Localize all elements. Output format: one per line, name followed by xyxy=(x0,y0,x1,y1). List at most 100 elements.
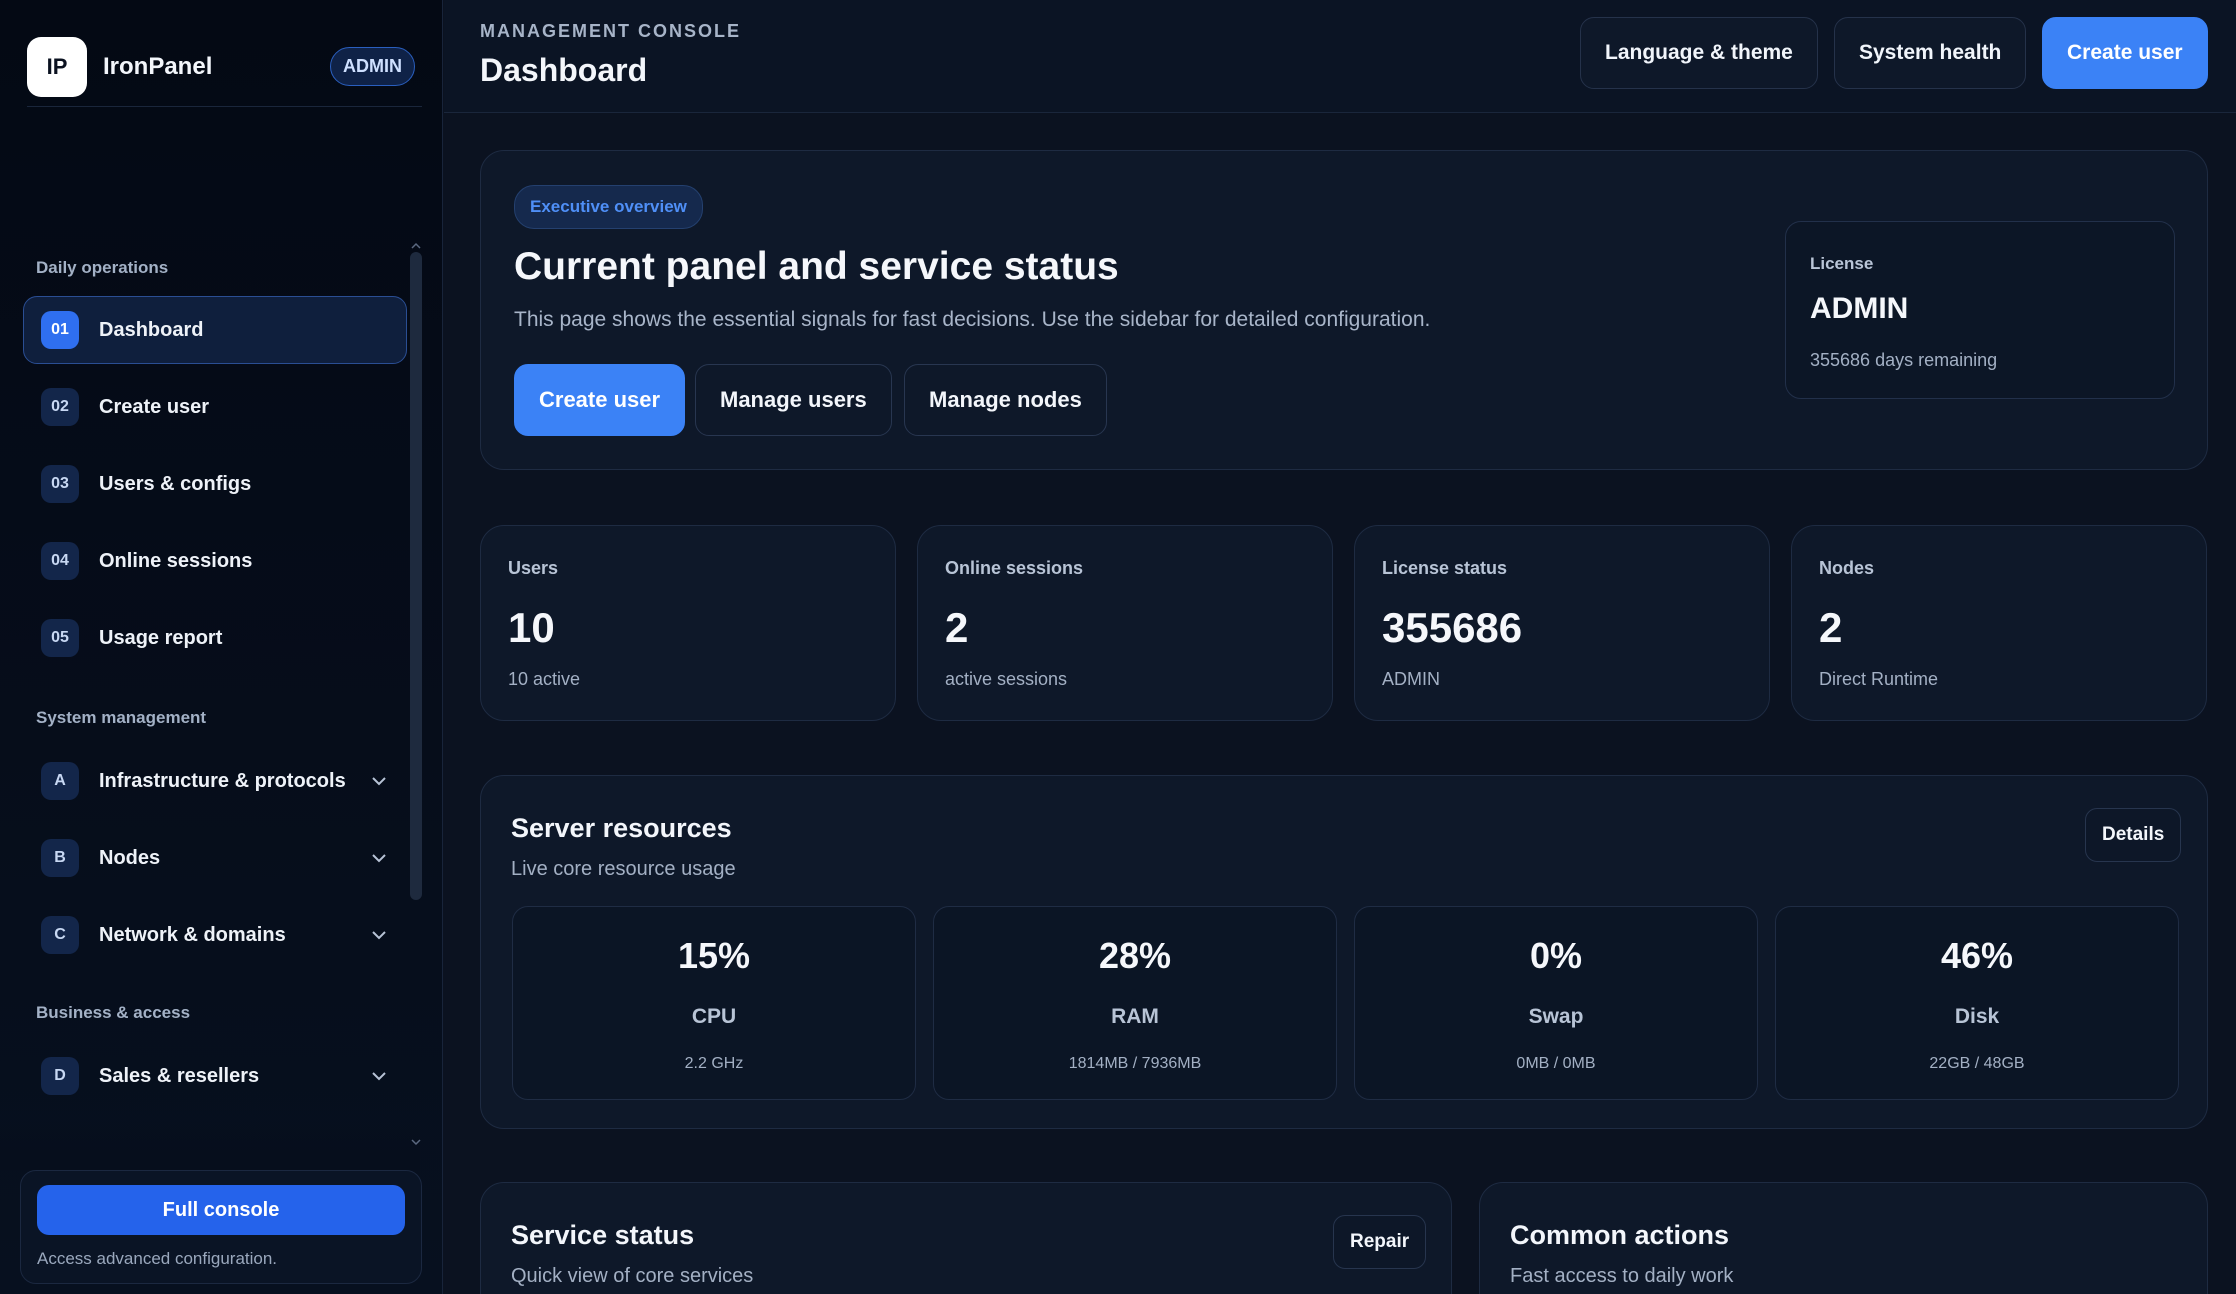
app: IP IronPanel ADMIN Daily operations 01 D… xyxy=(0,0,2236,1294)
system-health-button[interactable]: System health xyxy=(1834,17,2027,89)
scroll-up-icon[interactable] xyxy=(410,240,422,252)
stat-label: Nodes xyxy=(1819,558,1875,578)
chevron-down-icon xyxy=(372,854,386,863)
stat-value: 2 xyxy=(1819,604,1843,651)
stat-card-users: Users 10 10 active xyxy=(480,525,896,721)
resource-label: CPU xyxy=(691,1005,737,1028)
scroll-down-icon[interactable] xyxy=(410,1136,422,1148)
resource-label: Disk xyxy=(1954,1005,2000,1028)
chevron-down-icon xyxy=(372,931,386,940)
sidebar-footer-text: Access advanced configuration. xyxy=(37,1249,278,1268)
sidebar-fade xyxy=(0,1120,420,1170)
overview-badge: Executive overview xyxy=(514,185,703,229)
sidebar-footer: Full console Access advanced configurati… xyxy=(20,1170,422,1284)
common-actions-card: Common actions Fast access to daily work xyxy=(1479,1182,2208,1294)
brand-logo[interactable]: IP xyxy=(27,36,87,97)
section-title: Server resources xyxy=(511,813,732,843)
license-box: License ADMIN 355686 days remaining xyxy=(1785,221,2175,399)
stat-card-nodes: Nodes 2 Direct Runtime xyxy=(1791,525,2207,721)
service-status-card: Service status Quick view of core servic… xyxy=(480,1182,1452,1294)
sidebar-item-users-configs[interactable]: 03 Users & configs xyxy=(23,450,407,518)
nav-number: D xyxy=(41,1057,79,1095)
chevron-down-icon xyxy=(372,1072,386,1081)
chevron-down-icon xyxy=(372,777,386,786)
resource-cpu: 15% CPU 2.2 GHz xyxy=(512,906,916,1100)
section-subtitle: Fast access to daily work xyxy=(1510,1265,1734,1287)
section-title: Common actions xyxy=(1510,1220,1730,1250)
stat-label: Users xyxy=(508,558,559,578)
stat-value: 2 xyxy=(945,604,969,651)
stat-value: 355686 xyxy=(1382,604,1523,651)
stat-sub: Direct Runtime xyxy=(1819,669,1939,689)
nav-number: 01 xyxy=(41,311,79,349)
resource-sub: 1814MB / 7936MB xyxy=(1068,1055,1202,1072)
sidebar-scrollbar[interactable] xyxy=(410,252,422,900)
nav-number: 02 xyxy=(41,388,79,426)
stat-sub: active sessions xyxy=(945,669,1068,689)
repair-button[interactable]: Repair xyxy=(1333,1215,1427,1269)
nav-number: C xyxy=(41,916,79,954)
page-kicker: MANAGEMENT CONSOLE xyxy=(480,21,741,41)
section-subtitle: Quick view of core services xyxy=(511,1265,754,1287)
hero-card: Executive overview Current panel and ser… xyxy=(480,150,2208,470)
resource-ram: 28% RAM 1814MB / 7936MB xyxy=(933,906,1337,1100)
stat-value: 10 xyxy=(508,604,555,651)
sidebar-item-dashboard[interactable]: 01 Dashboard xyxy=(23,296,407,364)
full-console-button[interactable]: Full console xyxy=(37,1185,405,1235)
stat-sub: 10 active xyxy=(508,669,581,689)
sidebar-item-label: Infrastructure & protocols xyxy=(99,769,346,792)
resource-disk: 46% Disk 22GB / 48GB xyxy=(1775,906,2179,1100)
role-badge: ADMIN xyxy=(330,47,415,86)
sidebar-item-label: Users & configs xyxy=(99,472,252,495)
hero-create-user-button[interactable]: Create user xyxy=(514,364,686,436)
create-user-button[interactable]: Create user xyxy=(2042,17,2208,89)
nav-section-daily-operations: Daily operations xyxy=(36,258,169,277)
manage-nodes-button[interactable]: Manage nodes xyxy=(904,364,1107,436)
sidebar-item-nodes[interactable]: B Nodes xyxy=(23,824,407,892)
license-label: License xyxy=(1810,254,1874,273)
nav-section-system-management: System management xyxy=(36,708,207,727)
license-value: ADMIN xyxy=(1810,292,1909,325)
resource-sub: 22GB / 48GB xyxy=(1929,1055,2025,1072)
nav-number: B xyxy=(41,839,79,877)
sidebar-item-label: Online sessions xyxy=(99,549,253,572)
sidebar-item-label: Usage report xyxy=(99,626,223,649)
page-title: Dashboard xyxy=(480,52,648,88)
sidebar: IP IronPanel ADMIN Daily operations 01 D… xyxy=(0,0,443,1294)
manage-users-button[interactable]: Manage users xyxy=(695,364,892,436)
sidebar-item-infrastructure[interactable]: A Infrastructure & protocols xyxy=(23,747,407,815)
brand-name: IronPanel xyxy=(103,52,213,80)
sidebar-item-label: Create user xyxy=(99,395,210,418)
server-resources-card: Server resources Live core resource usag… xyxy=(480,775,2208,1129)
details-button[interactable]: Details xyxy=(2085,808,2182,862)
sidebar-item-label: Sales & resellers xyxy=(99,1064,260,1087)
stat-label: License status xyxy=(1382,558,1508,578)
nav-section-business-access: Business & access xyxy=(36,1003,191,1022)
sidebar-item-label: Dashboard xyxy=(99,318,204,341)
resource-sub: 2.2 GHz xyxy=(684,1055,744,1072)
sidebar-item-usage-report[interactable]: 05 Usage report xyxy=(23,604,407,672)
nav-number: 03 xyxy=(41,465,79,503)
resource-value: 0% xyxy=(1529,935,1583,976)
resource-sub: 0MB / 0MB xyxy=(1516,1055,1596,1072)
resource-label: RAM xyxy=(1111,1005,1159,1028)
topbar: MANAGEMENT CONSOLE Dashboard Language & … xyxy=(444,0,2236,113)
nav-number: 04 xyxy=(41,542,79,580)
section-title: Service status xyxy=(511,1220,695,1250)
sidebar-item-online-sessions[interactable]: 04 Online sessions xyxy=(23,527,407,595)
resource-value: 28% xyxy=(1098,935,1172,976)
stat-card-online-sessions: Online sessions 2 active sessions xyxy=(917,525,1333,721)
language-theme-button[interactable]: Language & theme xyxy=(1580,17,1818,89)
resource-swap: 0% Swap 0MB / 0MB xyxy=(1354,906,1758,1100)
stat-sub: ADMIN xyxy=(1382,669,1440,689)
sidebar-item-label: Network & domains xyxy=(99,923,286,946)
nav-number: A xyxy=(41,762,79,800)
sidebar-item-network-domains[interactable]: C Network & domains xyxy=(23,901,407,969)
stat-card-license-status: License status 355686 ADMIN xyxy=(1354,525,1770,721)
brand: IP IronPanel ADMIN xyxy=(27,27,422,107)
sidebar-item-label: Nodes xyxy=(99,846,161,869)
sidebar-item-create-user[interactable]: 02 Create user xyxy=(23,373,407,441)
sidebar-item-sales-resellers[interactable]: D Sales & resellers xyxy=(23,1042,407,1110)
nav-number: 05 xyxy=(41,619,79,657)
license-remaining: 355686 days remaining xyxy=(1810,350,1998,370)
